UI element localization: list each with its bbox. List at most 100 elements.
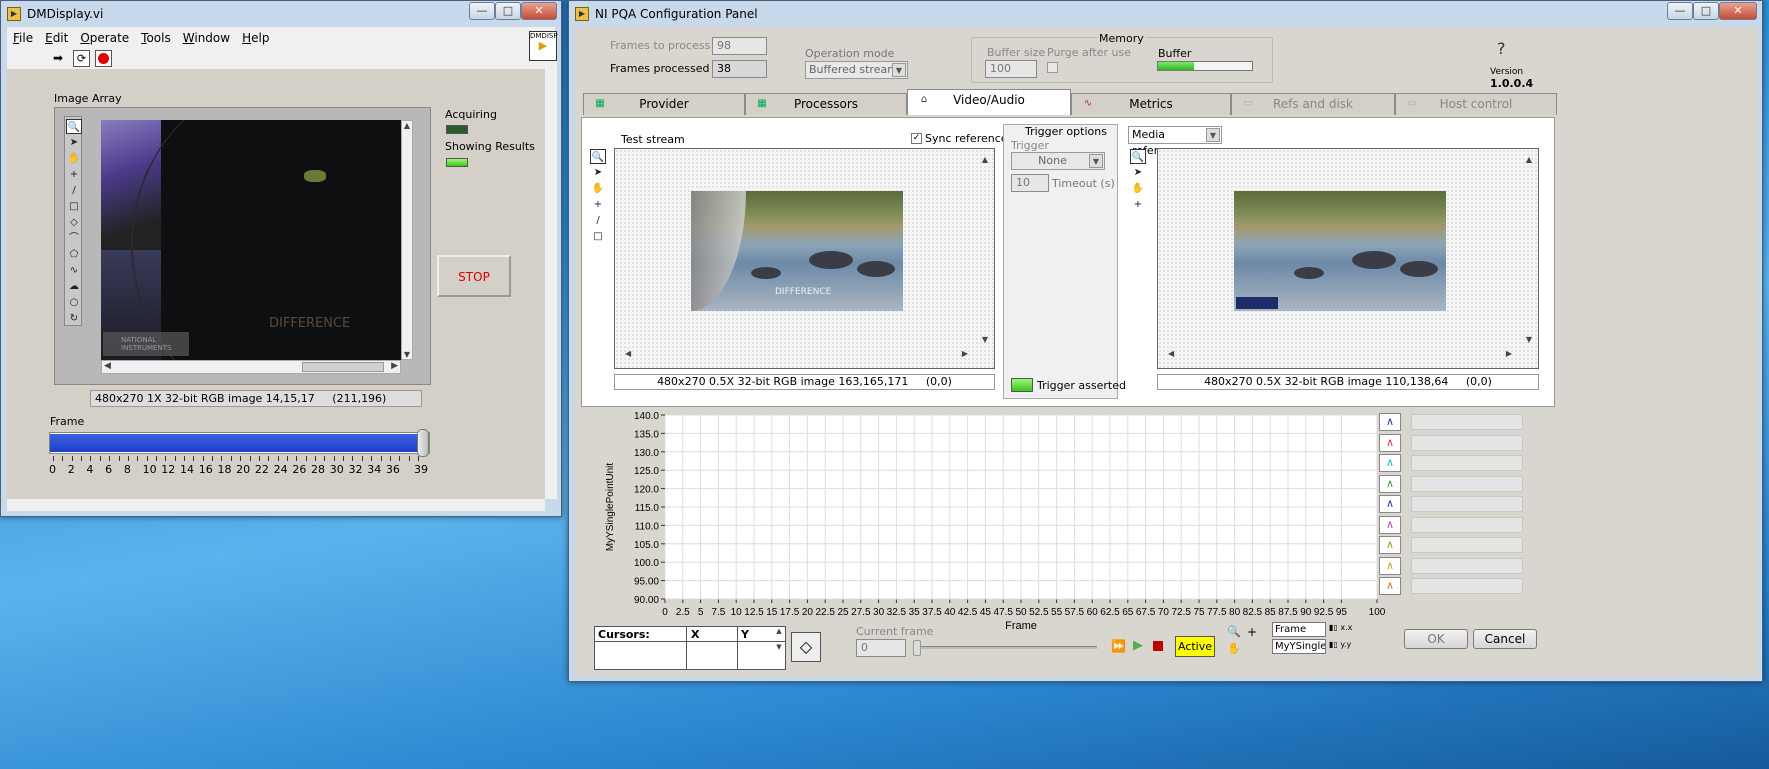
x-tick-label: 82.5	[1243, 607, 1263, 618]
plot-legend-swatch[interactable]: ∧	[1379, 515, 1401, 534]
maximize-button[interactable]: □	[495, 2, 521, 20]
plot-legend-swatch[interactable]: ∧	[1379, 413, 1401, 431]
media-reference-select[interactable]: Media reference▼	[1128, 126, 1222, 157]
x-scale-format-icon[interactable]: ▮▯ x.x	[1329, 623, 1365, 636]
point-tool-icon[interactable]: +	[1130, 197, 1146, 212]
tab-host-control[interactable]: ▭ Host control	[1395, 93, 1557, 115]
polygon-tool-icon[interactable]: ⬠	[66, 247, 82, 262]
current-frame-field[interactable]: 0	[856, 639, 906, 657]
pointer-tool-icon[interactable]: ➤	[590, 165, 606, 180]
buffer-size-field[interactable]: 100	[985, 60, 1037, 78]
cursor-mover-icon[interactable]: ◇	[791, 632, 821, 662]
plot-legend-swatch[interactable]: ∧	[1379, 495, 1401, 513]
x-tick-label: 90	[1300, 607, 1312, 618]
plot-legend-swatch[interactable]: ∧	[1379, 577, 1401, 595]
menu-operate[interactable]: Operate	[74, 31, 135, 45]
image-vscroll[interactable]: ▲ ▼	[401, 120, 413, 360]
cancel-button[interactable]: Cancel	[1473, 629, 1537, 649]
close-button[interactable]: ✕	[521, 2, 557, 20]
tab-refs-and-disk[interactable]: ▭ Refs and disk	[1231, 93, 1395, 115]
frame-scale-tick	[118, 456, 120, 461]
annulus-tool-icon[interactable]: ⌒	[66, 231, 82, 246]
maximize-button[interactable]: □	[1693, 2, 1719, 20]
x-tick-label: 60	[1087, 607, 1099, 618]
run-arrow-icon[interactable]: ➡	[53, 51, 69, 66]
step-forward-icon[interactable]: ⏩	[1111, 639, 1126, 653]
freehand-region-icon[interactable]: ☁	[66, 279, 82, 294]
tab-video-audio[interactable]: ⌂ Video/Audio	[907, 89, 1071, 115]
zoom-tool-icon[interactable]: 🔍	[66, 119, 82, 134]
pqa-titlebar[interactable]: ▶ NI PQA Configuration Panel	[569, 1, 1762, 27]
pan-tool-icon[interactable]: ✋	[590, 181, 606, 196]
broken-line-tool-icon[interactable]: ↻	[66, 311, 82, 326]
rotated-rect-tool-icon[interactable]: ◇	[66, 215, 82, 230]
rectangle-tool-icon[interactable]: □	[590, 229, 606, 244]
zoom-tool-icon[interactable]: 🔍	[590, 149, 606, 164]
menu-edit[interactable]: Edit	[39, 31, 74, 45]
zoom-tool-icon[interactable]: 🔍	[1130, 149, 1146, 164]
frame-scale-tick	[146, 456, 148, 461]
oval-tool-icon[interactable]: ○	[66, 295, 82, 310]
freehand-tool-icon[interactable]: ∿	[66, 263, 82, 278]
pointer-tool-icon[interactable]: ➤	[66, 135, 82, 150]
abort-icon[interactable]	[95, 50, 112, 67]
operation-mode-select[interactable]: Buffered stream ▼	[805, 61, 908, 79]
difference-watermark: DIFFERENCE	[775, 287, 832, 297]
menu-tools[interactable]: Tools	[135, 31, 177, 45]
line-tool-icon[interactable]: /	[590, 213, 606, 228]
stop-button[interactable]: STOP	[437, 255, 511, 297]
image-hscroll[interactable]: ◀ ▶	[101, 360, 401, 374]
minimize-button[interactable]: —	[1667, 2, 1693, 20]
trigger-select[interactable]: None ▼	[1011, 152, 1105, 170]
plot-legend-swatch[interactable]: ∧	[1379, 556, 1401, 575]
ni-logo: NATIONAL INSTRUMENTS	[103, 332, 189, 356]
ok-button[interactable]: OK	[1404, 629, 1468, 649]
menu-window[interactable]: Window	[177, 31, 236, 45]
plot-legend-swatch[interactable]: ∧	[1379, 474, 1401, 493]
dm-hscroll[interactable]	[7, 499, 545, 511]
graph-zoom-icon[interactable]: 🔍	[1227, 625, 1241, 638]
dm-vscroll[interactable]	[545, 69, 557, 499]
tab-metrics[interactable]: ∿ Metrics	[1071, 93, 1231, 115]
y-scale-format-icon[interactable]: ▮▯ y.y	[1329, 640, 1365, 653]
pan-tool-icon[interactable]: ✋	[1130, 181, 1146, 196]
play-icon[interactable]: ▶	[1133, 638, 1143, 653]
plot-legend-swatch[interactable]: ∧	[1379, 433, 1401, 452]
rectangle-tool-icon[interactable]: □	[66, 199, 82, 214]
purge-after-use-label: Purge after use	[1047, 46, 1131, 59]
pan-tool-icon[interactable]: ✋	[66, 151, 82, 166]
tab-provider[interactable]: ▦ Provider	[583, 93, 745, 115]
frame-scale-label: 36	[385, 463, 400, 476]
pqa-panel: Frames to process 98 Frames processed 38…	[575, 27, 1758, 677]
frame-scale-tick	[165, 456, 167, 461]
run-continuous-icon[interactable]: ⟳	[73, 50, 90, 67]
image-array-frame: 🔍 ➤ ✋ + / □ ◇ ⌒ ⬠ ∿ ☁ ○ ↻ DIFFERENCE NAT…	[54, 107, 431, 385]
timeout-field[interactable]: 10	[1011, 174, 1049, 192]
current-frame-thumb[interactable]	[913, 640, 921, 656]
tab-processors[interactable]: ▦ Processors	[745, 93, 907, 115]
frames-to-process-field[interactable]: 98	[712, 37, 767, 55]
line-tool-icon[interactable]: /	[66, 183, 82, 198]
pointer-tool-icon[interactable]: ➤	[1130, 165, 1146, 180]
point-tool-icon[interactable]: +	[590, 197, 606, 212]
x-tick-label: 100	[1369, 607, 1385, 618]
menu-file[interactable]: File	[7, 31, 39, 45]
cursors-scroll[interactable]: ▲ ▼	[773, 627, 785, 669]
sync-reference-checkbox[interactable]: ✓	[911, 133, 922, 144]
x-tick-label: 87.5	[1278, 607, 1298, 618]
plot-legend-swatch[interactable]: ∧	[1379, 536, 1401, 554]
point-tool-icon[interactable]: +	[66, 167, 82, 182]
stop-icon[interactable]	[1153, 641, 1163, 651]
plot-legend-swatch[interactable]: ∧	[1379, 454, 1401, 472]
help-icon[interactable]: ?	[1497, 39, 1506, 58]
frame-slider[interactable]	[49, 429, 430, 457]
minimize-button[interactable]: —	[469, 2, 495, 20]
graph-pan-icon[interactable]: ✋	[1227, 642, 1241, 655]
graph-cursor-icon[interactable]: +	[1247, 625, 1257, 639]
close-button[interactable]: ✕	[1719, 2, 1757, 20]
frame-slider-thumb[interactable]	[417, 429, 429, 457]
menu-help[interactable]: Help	[236, 31, 275, 45]
current-frame-slider[interactable]	[913, 640, 1097, 656]
purge-checkbox[interactable]	[1047, 62, 1058, 73]
hscroll-thumb[interactable]	[302, 362, 384, 372]
